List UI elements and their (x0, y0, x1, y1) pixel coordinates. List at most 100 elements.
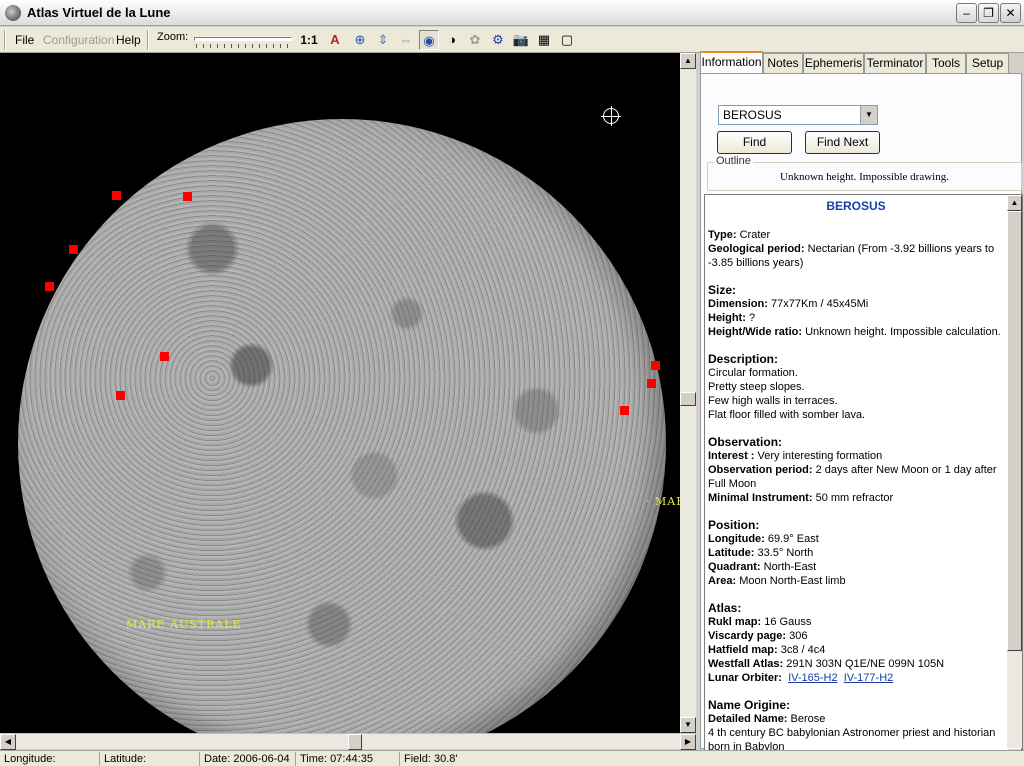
scroll-up-arrow[interactable]: ▲ (680, 53, 696, 69)
name-origin-header: Name Origine: (708, 698, 791, 712)
chevron-down-icon[interactable]: ▼ (860, 106, 877, 124)
info-hatfield: Hatfield map: 3c8 / 4c4 (708, 644, 826, 656)
info-type: Type: Crater (708, 229, 771, 241)
formation-marker[interactable] (116, 391, 125, 400)
map-vertical-scrollbar[interactable]: ▲ ▼ (680, 53, 696, 733)
scroll-thumb[interactable] (348, 734, 362, 750)
description-line: Pretty steep slopes. (708, 381, 805, 393)
orbiter-link-1[interactable]: IV-165-H2 (788, 672, 838, 684)
close-button[interactable]: ✕ (1000, 3, 1021, 23)
tab-tools[interactable]: Tools (926, 53, 966, 73)
globe-view-icon[interactable]: ◉ (419, 30, 439, 50)
formation-marker[interactable] (647, 379, 656, 388)
calendar-icon[interactable]: ▦ (534, 30, 554, 50)
info-observation-period: Observation period: 2 days after New Moo… (708, 464, 997, 490)
formation-select-value: BEROSUS (723, 108, 782, 122)
info-rukl: Rukl map: 16 Gauss (708, 616, 812, 628)
scroll-thumb[interactable] (680, 392, 696, 406)
maximize-button[interactable]: ❐ (978, 3, 999, 23)
text-labels-icon[interactable]: A (325, 30, 345, 50)
terminator-icon[interactable]: ✿ (465, 30, 485, 50)
info-height: Height: ? (708, 312, 756, 324)
find-next-button[interactable]: Find Next (805, 131, 880, 154)
zoom-track (194, 37, 292, 41)
new-page-icon[interactable]: ▢ (557, 30, 577, 50)
description-line: Flat floor filled with somber lava. (708, 409, 866, 421)
formation-info-text: BEROSUS Type: Crater Geological period: … (704, 194, 1007, 765)
info-instrument: Minimal Instrument: 50 mm refractor (708, 492, 894, 504)
tab-terminator[interactable]: Terminator (864, 53, 926, 73)
formation-marker[interactable] (651, 361, 660, 370)
outline-text: Unknown height. Impossible drawing. (780, 171, 949, 183)
window-title: Atlas Virtuel de la Lune (27, 5, 171, 20)
crosshair-icon (601, 106, 621, 126)
toolbar-separator (147, 30, 149, 50)
tab-notes[interactable]: Notes (763, 53, 803, 73)
status-bar: Longitude: Latitude: Date: 2006-06-04 Ti… (0, 750, 1024, 766)
tab-ephemeris[interactable]: Ephemeris (803, 53, 864, 73)
info-latitude: Latitude: 33.5° North (708, 547, 814, 559)
atlas-header: Atlas: (708, 601, 742, 615)
zoom-label: Zoom: (157, 31, 189, 43)
info-viscardy: Viscardy page: 306 (708, 630, 808, 642)
formation-marker[interactable] (620, 406, 629, 415)
formation-marker[interactable] (183, 192, 192, 201)
settings-gear-icon[interactable]: ⚙ (488, 30, 508, 50)
formation-marker[interactable] (160, 352, 169, 361)
formation-title: BEROSUS (826, 199, 886, 213)
description-line: Few high walls in terraces. (708, 395, 838, 407)
info-vertical-scrollbar[interactable]: ▲ ▼ (1007, 194, 1023, 765)
size-header: Size: (708, 283, 737, 297)
information-tab-body: BEROSUS ▼ Find Find Next Outline Unknown… (700, 73, 1023, 765)
app-window: Atlas Virtuel de la Lune – ❐ ✕ File Conf… (0, 0, 1024, 766)
orbiter-link-2[interactable]: IV-177-H2 (844, 672, 894, 684)
menu-file[interactable]: File (15, 33, 34, 47)
moon-globe[interactable] (18, 119, 666, 733)
zoom-reset-button[interactable]: 1:1 (299, 30, 319, 50)
info-westfall: Westfall Atlas: 291N 303N Q1E/NE 099N 10… (708, 658, 945, 670)
info-detailed-name: Detailed Name: Berose (708, 713, 826, 725)
info-lunar-orbiter: Lunar Orbiter: IV-165-H2 IV-177-H2 (708, 672, 894, 684)
menu-toolbar: File Configuration Help Zoom: 1:1 A ⊕ ⇕ … (0, 27, 1024, 53)
tab-setup[interactable]: Setup (966, 53, 1009, 73)
outline-group: Outline Unknown height. Impossible drawi… (707, 155, 1022, 191)
position-header: Position: (708, 518, 760, 532)
status-time: Time: 07:44:35 (296, 752, 400, 766)
moon-app-icon (5, 5, 21, 21)
find-button[interactable]: Find (717, 131, 792, 154)
grid-target-icon[interactable]: ⊕ (350, 30, 370, 50)
status-latitude: Latitude: (100, 752, 200, 766)
formation-marker[interactable] (45, 282, 54, 291)
minimize-button[interactable]: – (956, 3, 977, 23)
info-dimension: Dimension: 77x77Km / 45x45Mi (708, 298, 869, 310)
scroll-right-arrow[interactable]: ▶ (680, 734, 696, 750)
map-label-mare-edge: · MAR (646, 495, 680, 508)
map-horizontal-scrollbar[interactable]: ◀ ▶ (0, 733, 696, 750)
camera-icon[interactable]: 📷 (511, 30, 531, 50)
scroll-thumb[interactable] (1007, 211, 1022, 651)
flip-vertical-icon[interactable]: ⇕ (373, 30, 393, 50)
observation-header: Observation: (708, 435, 783, 449)
info-ratio: Height/Wide ratio: Unknown height. Impos… (708, 326, 1001, 338)
description-header: Description: (708, 352, 779, 366)
status-date: Date: 2006-06-04 (200, 752, 296, 766)
status-longitude: Longitude: (0, 752, 100, 766)
outline-legend: Outline (714, 155, 753, 167)
info-panel: Information Notes Ephemeris Terminator T… (697, 51, 1024, 765)
map-label-mare-australe: MARE AUSTRALE (126, 618, 242, 631)
scroll-down-arrow[interactable]: ▼ (680, 717, 696, 733)
info-longitude: Longitude: 69.9° East (708, 533, 819, 545)
moon-phase-icon[interactable]: ◑ (442, 30, 462, 50)
menu-help[interactable]: Help (116, 33, 141, 47)
formation-marker[interactable] (69, 245, 78, 254)
tab-information[interactable]: Information (700, 51, 763, 73)
moon-map-view[interactable]: MARE AUSTRALE · MAR (0, 53, 680, 733)
zoom-slider[interactable] (194, 34, 292, 48)
formation-select[interactable]: BEROSUS ▼ (718, 105, 878, 125)
scroll-left-arrow[interactable]: ◀ (0, 734, 16, 750)
formation-marker[interactable] (112, 191, 121, 200)
info-geological-period: Geological period: Nectarian (From -3.92… (708, 243, 995, 269)
flip-horizontal-icon[interactable]: ⇔ (396, 30, 416, 50)
menu-configuration[interactable]: Configuration (43, 33, 114, 47)
scroll-up-arrow[interactable]: ▲ (1007, 195, 1022, 211)
